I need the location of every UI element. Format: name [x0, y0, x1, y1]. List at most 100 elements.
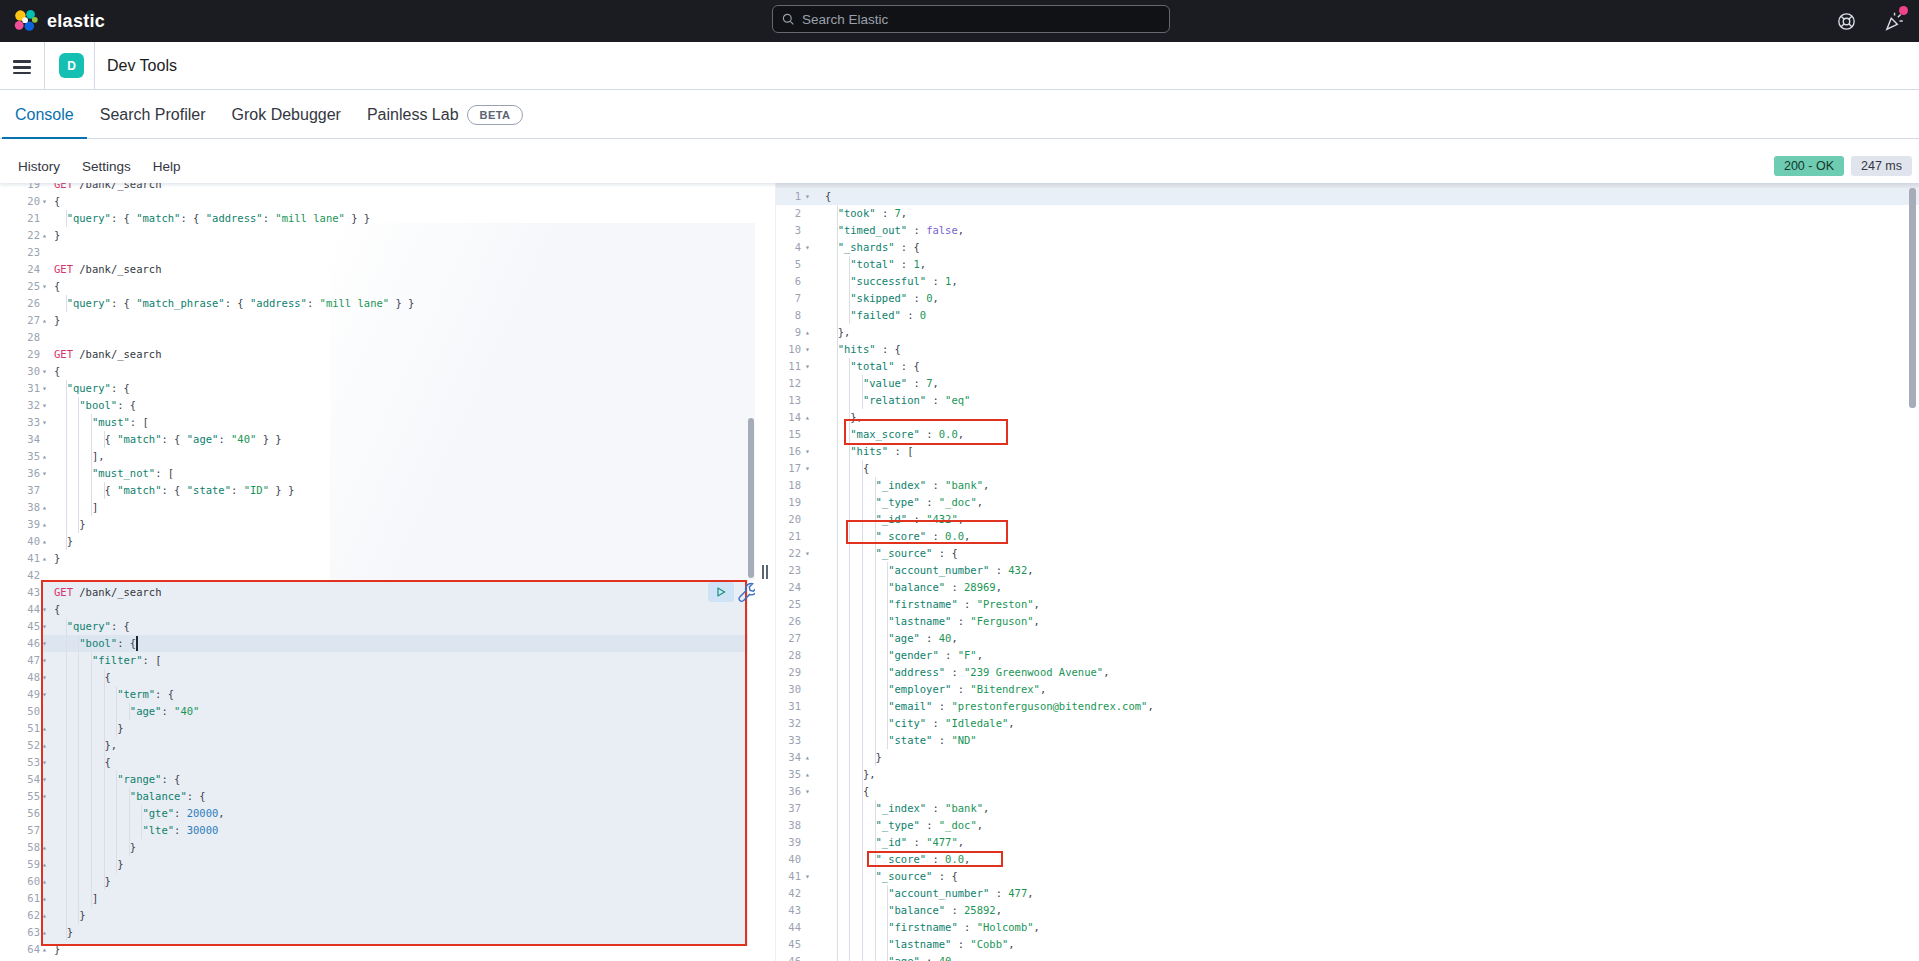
time-badge: 247 ms: [1851, 156, 1912, 176]
fold-arrow-icon[interactable]: ▴: [805, 324, 810, 341]
tab-console[interactable]: Console: [2, 90, 87, 139]
fold-arrow-icon[interactable]: ▴: [805, 749, 810, 766]
request-options-button[interactable]: [736, 582, 755, 605]
code-line: 26"lastname" : "Ferguson",: [776, 613, 1919, 630]
code-line: 3"timed_out" : false,: [776, 222, 1919, 239]
space-avatar[interactable]: D: [59, 53, 84, 78]
brand-name: elastic: [47, 11, 105, 32]
code-line: 23: [0, 244, 755, 261]
fold-arrow-icon[interactable]: ▾: [805, 545, 810, 562]
search-icon: [782, 13, 795, 26]
code-line: 39"_id" : "477",: [776, 834, 1919, 851]
code-line: 21"query": { "match": { "address": "mill…: [0, 210, 755, 227]
code-line: 43"balance" : 25892,: [776, 902, 1919, 919]
code-line: 18"_index" : "bank",: [776, 477, 1919, 494]
response-editor[interactable]: 1▾{2"took" : 7,3"timed_out" : false,4▾"_…: [775, 183, 1919, 961]
code-line: 7"skipped" : 0,: [776, 290, 1919, 307]
panel-splitter[interactable]: [755, 183, 775, 961]
fold-arrow-icon[interactable]: ▴: [42, 550, 47, 567]
code-line: 36▾{: [776, 783, 1919, 800]
code-line: 36▾"must_not": [: [0, 465, 755, 482]
code-line: 35▴],: [0, 448, 755, 465]
code-line: 29"address" : "239 Greenwood Avenue",: [776, 664, 1919, 681]
fold-arrow-icon[interactable]: ▴: [42, 499, 47, 516]
fold-arrow-icon[interactable]: ▴: [42, 227, 47, 244]
code-line: 8"failed" : 0: [776, 307, 1919, 324]
code-line: 45"lastname" : "Cobb",: [776, 936, 1919, 953]
code-line: 31▾"query": {: [0, 380, 755, 397]
fold-arrow-icon[interactable]: ▾: [805, 341, 810, 358]
tab-grok-debugger[interactable]: Grok Debugger: [219, 90, 354, 139]
global-search[interactable]: [772, 5, 1170, 33]
fold-arrow-icon[interactable]: ▾: [42, 397, 47, 414]
fold-arrow-icon[interactable]: ▾: [42, 363, 47, 380]
fold-arrow-icon[interactable]: ▴: [42, 533, 47, 550]
console-menu-help[interactable]: Help: [148, 157, 186, 176]
console-menu-settings[interactable]: Settings: [77, 157, 136, 176]
elastic-logo-icon: [12, 8, 39, 35]
code-line: 30"employer" : "Bitendrex",: [776, 681, 1919, 698]
fold-arrow-icon[interactable]: ▴: [42, 448, 47, 465]
code-line: 34▴}: [776, 749, 1919, 766]
fold-arrow-icon[interactable]: ▾: [42, 414, 47, 431]
code-line: 1▾{: [776, 188, 1919, 205]
fold-arrow-icon[interactable]: ▴: [805, 409, 810, 426]
fold-arrow-icon[interactable]: ▾: [805, 239, 810, 256]
splitter-handle-icon: [762, 565, 770, 579]
fold-arrow-icon[interactable]: ▾: [805, 358, 810, 375]
fold-arrow-icon[interactable]: ▾: [42, 380, 47, 397]
code-line: 13"relation" : "eq": [776, 392, 1919, 409]
code-line: 25▾{: [0, 278, 755, 295]
fold-arrow-icon[interactable]: ▾: [805, 868, 810, 885]
tab-search-profiler[interactable]: Search Profiler: [87, 90, 219, 139]
navigation-bar: D Dev Tools: [0, 42, 1919, 90]
tab-painless-lab[interactable]: Painless LabBETA: [354, 90, 536, 139]
code-line: 42"account_number" : 477,: [776, 885, 1919, 902]
code-line: 41▴}: [0, 550, 755, 567]
code-line: 44"firstname" : "Holcomb",: [776, 919, 1919, 936]
search-input[interactable]: [802, 12, 1142, 27]
code-line: 17▾{: [776, 460, 1919, 477]
code-line: 38▴]: [0, 499, 755, 516]
code-line: 38"_type" : "_doc",: [776, 817, 1919, 834]
left-scrollbar-thumb[interactable]: [748, 418, 754, 578]
wrench-icon: [736, 582, 755, 605]
code-line: 37{ "match": { "state": "ID" } }: [0, 482, 755, 499]
code-line: 24"balance" : 28969,: [776, 579, 1919, 596]
top-header-bar: elastic: [0, 0, 1919, 42]
code-line: 35▴},: [776, 766, 1919, 783]
menu-icon[interactable]: [13, 57, 31, 75]
code-line: 33▾"must": [: [0, 414, 755, 431]
fold-arrow-icon[interactable]: ▾: [42, 465, 47, 482]
code-line: 5"total" : 1,: [776, 256, 1919, 273]
fold-arrow-icon[interactable]: ▴: [42, 312, 47, 329]
code-line: 28"gender" : "F",: [776, 647, 1919, 664]
console-menu-history[interactable]: History: [13, 157, 65, 176]
code-line: 28: [0, 329, 755, 346]
code-line: 25"firstname" : "Preston",: [776, 596, 1919, 613]
right-scrollbar-thumb[interactable]: [1909, 188, 1916, 408]
code-line: 27▴}: [0, 312, 755, 329]
fold-arrow-icon[interactable]: ▾: [42, 193, 47, 210]
fold-arrow-icon[interactable]: ▴: [805, 766, 810, 783]
newsfeed-icon[interactable]: [1883, 10, 1905, 32]
fold-arrow-icon[interactable]: ▾: [805, 783, 810, 800]
fold-arrow-icon[interactable]: ▾: [805, 460, 810, 477]
breadcrumb: Dev Tools: [107, 42, 177, 89]
code-line: 20▾{: [0, 193, 755, 210]
annotation-box-score-2: [867, 851, 1003, 867]
fold-arrow-icon[interactable]: ▾: [805, 443, 810, 460]
fold-arrow-icon[interactable]: ▴: [42, 516, 47, 533]
code-line: 27"age" : 40,: [776, 630, 1919, 647]
code-line: 22▾"_source" : {: [776, 545, 1919, 562]
code-line: 23"account_number" : 432,: [776, 562, 1919, 579]
fold-arrow-icon[interactable]: ▾: [42, 278, 47, 295]
help-icon[interactable]: [1836, 11, 1857, 32]
request-editor[interactable]: 19GET /bank/_search20▾{21"query": { "mat…: [0, 183, 755, 961]
fold-arrow-icon[interactable]: ▾: [805, 188, 810, 205]
code-line: 19GET /bank/_search: [0, 183, 755, 193]
send-request-button[interactable]: [708, 582, 734, 602]
code-line: 32"city" : "Idledale",: [776, 715, 1919, 732]
brand: elastic: [12, 8, 105, 35]
code-line: 12"value" : 7,: [776, 375, 1919, 392]
